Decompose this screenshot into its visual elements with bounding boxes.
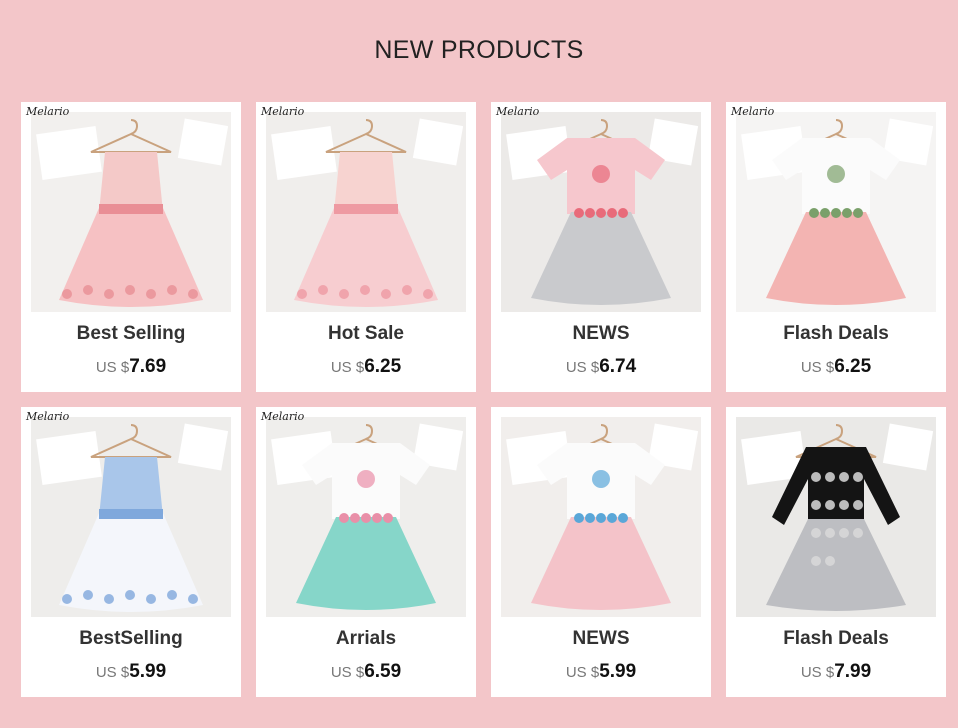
product-image[interactable] — [736, 417, 936, 617]
product-price: US $7.99 — [726, 661, 946, 683]
brand-logo: Melario — [496, 105, 540, 118]
product-name[interactable]: Arrials — [256, 628, 476, 650]
product-price: US $6.25 — [726, 356, 946, 378]
product-image[interactable] — [501, 112, 701, 312]
price-amount: 6.25 — [364, 356, 402, 377]
price-amount: 7.99 — [834, 661, 872, 682]
price-currency: US $ — [95, 359, 130, 376]
product-card[interactable]: Melario BestSelling US $5.99 — [21, 407, 241, 697]
product-photo — [31, 417, 231, 617]
product-name[interactable]: Flash Deals — [726, 323, 946, 345]
product-photo — [736, 112, 936, 312]
product-name[interactable]: Flash Deals — [726, 628, 946, 650]
price-currency: US $ — [800, 359, 835, 376]
product-image[interactable] — [501, 417, 701, 617]
product-card[interactable]: Melario Arrials US $6.59 — [256, 407, 476, 697]
product-card[interactable]: NEWS US $5.99 — [491, 407, 711, 697]
product-image[interactable] — [266, 417, 466, 617]
product-photo — [266, 417, 466, 617]
product-card[interactable]: Flash Deals US $7.99 — [726, 407, 946, 697]
price-currency: US $ — [565, 664, 600, 681]
brand-logo: Melario — [261, 105, 305, 118]
price-currency: US $ — [800, 664, 835, 681]
product-price: US $5.99 — [21, 661, 241, 683]
section-title: NEW PRODUCTS — [374, 36, 584, 64]
price-amount: 6.74 — [599, 356, 637, 377]
product-photo — [501, 417, 701, 617]
product-price: US $6.74 — [491, 356, 711, 378]
product-image[interactable] — [31, 417, 231, 617]
product-card[interactable]: Melario Hot Sale US $6.25 — [256, 102, 476, 392]
product-price: US $7.69 — [21, 356, 241, 378]
price-amount: 5.99 — [599, 661, 637, 682]
brand-logo: Melario — [26, 410, 70, 423]
price-currency: US $ — [565, 359, 600, 376]
product-card[interactable]: Melario Best Selling US $7.69 — [21, 102, 241, 392]
price-amount: 6.25 — [834, 356, 872, 377]
brand-logo: Melario — [261, 410, 305, 423]
brand-logo: Melario — [731, 105, 775, 118]
product-card[interactable]: Melario Flash Deals US $6.25 — [726, 102, 946, 392]
price-currency: US $ — [95, 664, 130, 681]
product-name[interactable]: BestSelling — [21, 628, 241, 650]
price-currency: US $ — [330, 664, 365, 681]
product-name[interactable]: NEWS — [491, 628, 711, 650]
product-price: US $5.99 — [491, 661, 711, 683]
product-price: US $6.25 — [256, 356, 476, 378]
product-photo — [266, 112, 466, 312]
product-photo — [31, 112, 231, 312]
product-image[interactable] — [266, 112, 466, 312]
price-amount: 5.99 — [129, 661, 167, 682]
price-amount: 6.59 — [364, 661, 402, 682]
product-name[interactable]: Hot Sale — [256, 323, 476, 345]
product-grid: Melario Best Selling US $7.69 Melario Ho… — [21, 102, 946, 697]
price-currency: US $ — [330, 359, 365, 376]
product-price: US $6.59 — [256, 661, 476, 683]
brand-logo: Melario — [26, 105, 70, 118]
price-amount: 7.69 — [129, 356, 167, 377]
product-image[interactable] — [31, 112, 231, 312]
product-photo — [736, 417, 936, 617]
product-name[interactable]: Best Selling — [21, 323, 241, 345]
product-image[interactable] — [736, 112, 936, 312]
product-photo — [501, 112, 701, 312]
product-card[interactable]: Melario NEWS US $6.74 — [491, 102, 711, 392]
product-name[interactable]: NEWS — [491, 323, 711, 345]
